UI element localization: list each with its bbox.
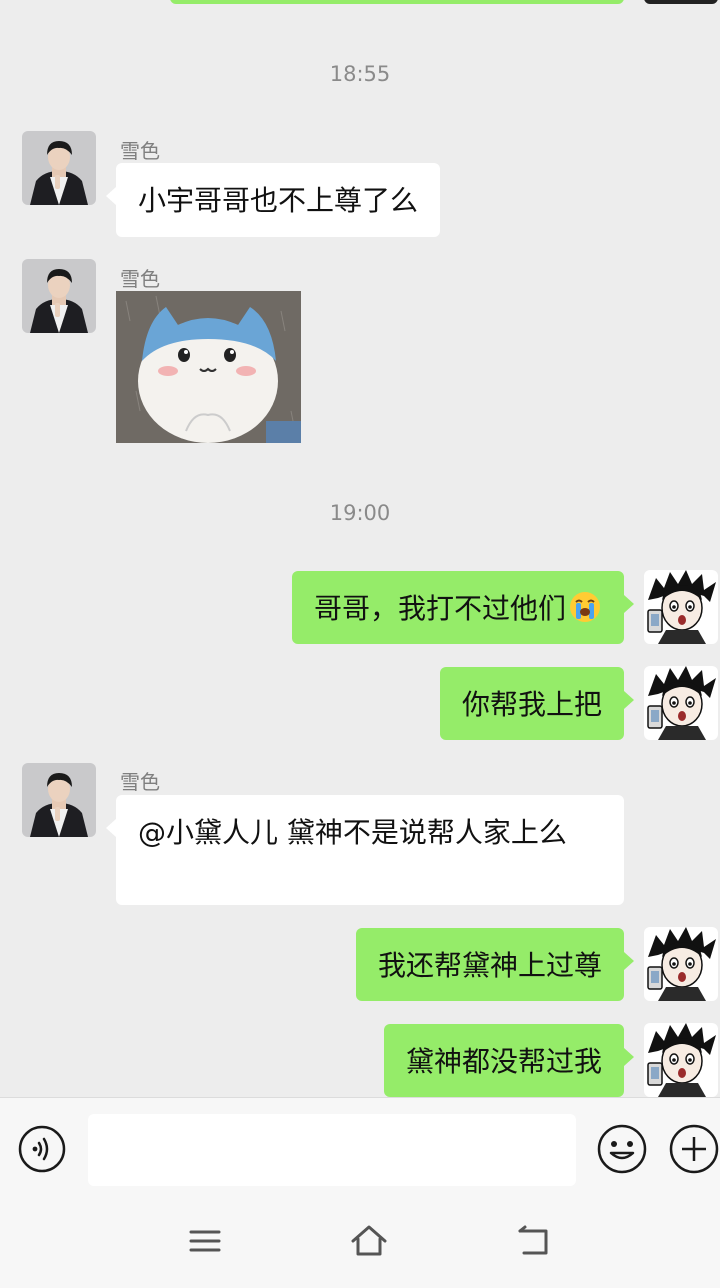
system-nav-bar — [0, 1197, 720, 1288]
message-bubble-outgoing[interactable]: 我还帮黛神上过尊 — [355, 928, 635, 1001]
message-bubble-incoming[interactable]: 小宇哥哥也不上尊了么 — [105, 163, 441, 237]
message-input[interactable] — [88, 1114, 576, 1186]
voice-icon[interactable] — [18, 1125, 66, 1173]
message-text: 哥哥，我打不过他们 — [313, 592, 566, 625]
avatar[interactable] — [644, 0, 718, 4]
message-bubble-outgoing[interactable]: 你帮我上把 — [439, 667, 635, 740]
sender-name: 雪色 — [120, 770, 160, 794]
avatar[interactable] — [22, 131, 96, 205]
message-text: 你帮我上把 — [461, 688, 602, 721]
message-bubble-outgoing[interactable] — [170, 0, 624, 4]
menu-icon[interactable] — [185, 1221, 225, 1261]
sender-name: 雪色 — [120, 139, 160, 163]
plus-icon[interactable] — [668, 1123, 720, 1175]
avatar[interactable] — [644, 570, 718, 644]
message-bubble-outgoing[interactable]: 哥哥，我打不过他们 — [291, 571, 635, 644]
avatar[interactable] — [644, 1023, 718, 1097]
message-text: 黛神都没帮过我 — [405, 1045, 602, 1078]
avatar[interactable] — [644, 927, 718, 1001]
back-icon[interactable] — [514, 1221, 554, 1261]
input-bar — [0, 1097, 720, 1198]
sticker-image[interactable] — [116, 291, 301, 443]
avatar[interactable] — [644, 666, 718, 740]
sender-name: 雪色 — [120, 267, 160, 291]
message-text: 小宇哥哥也不上尊了么 — [138, 184, 419, 217]
chat-area[interactable]: 18:55 雪色 小宇哥哥也不上尊了么 雪色 19:00 哥哥，我打不过他们 你… — [0, 0, 720, 1097]
timestamp: 19:00 — [329, 501, 391, 525]
avatar[interactable] — [22, 763, 96, 837]
message-text: @小黛人儿 黛神不是说帮人家上么 — [138, 816, 567, 849]
loudly-crying-face-icon — [570, 592, 600, 622]
timestamp: 18:55 — [329, 62, 391, 86]
avatar[interactable] — [22, 259, 96, 333]
home-icon[interactable] — [349, 1221, 389, 1261]
message-text: 我还帮黛神上过尊 — [377, 949, 602, 982]
emoji-icon[interactable] — [596, 1123, 648, 1175]
message-bubble-incoming[interactable]: @小黛人儿 黛神不是说帮人家上么 — [106, 795, 624, 905]
message-bubble-outgoing[interactable]: 黛神都没帮过我 — [383, 1024, 635, 1097]
